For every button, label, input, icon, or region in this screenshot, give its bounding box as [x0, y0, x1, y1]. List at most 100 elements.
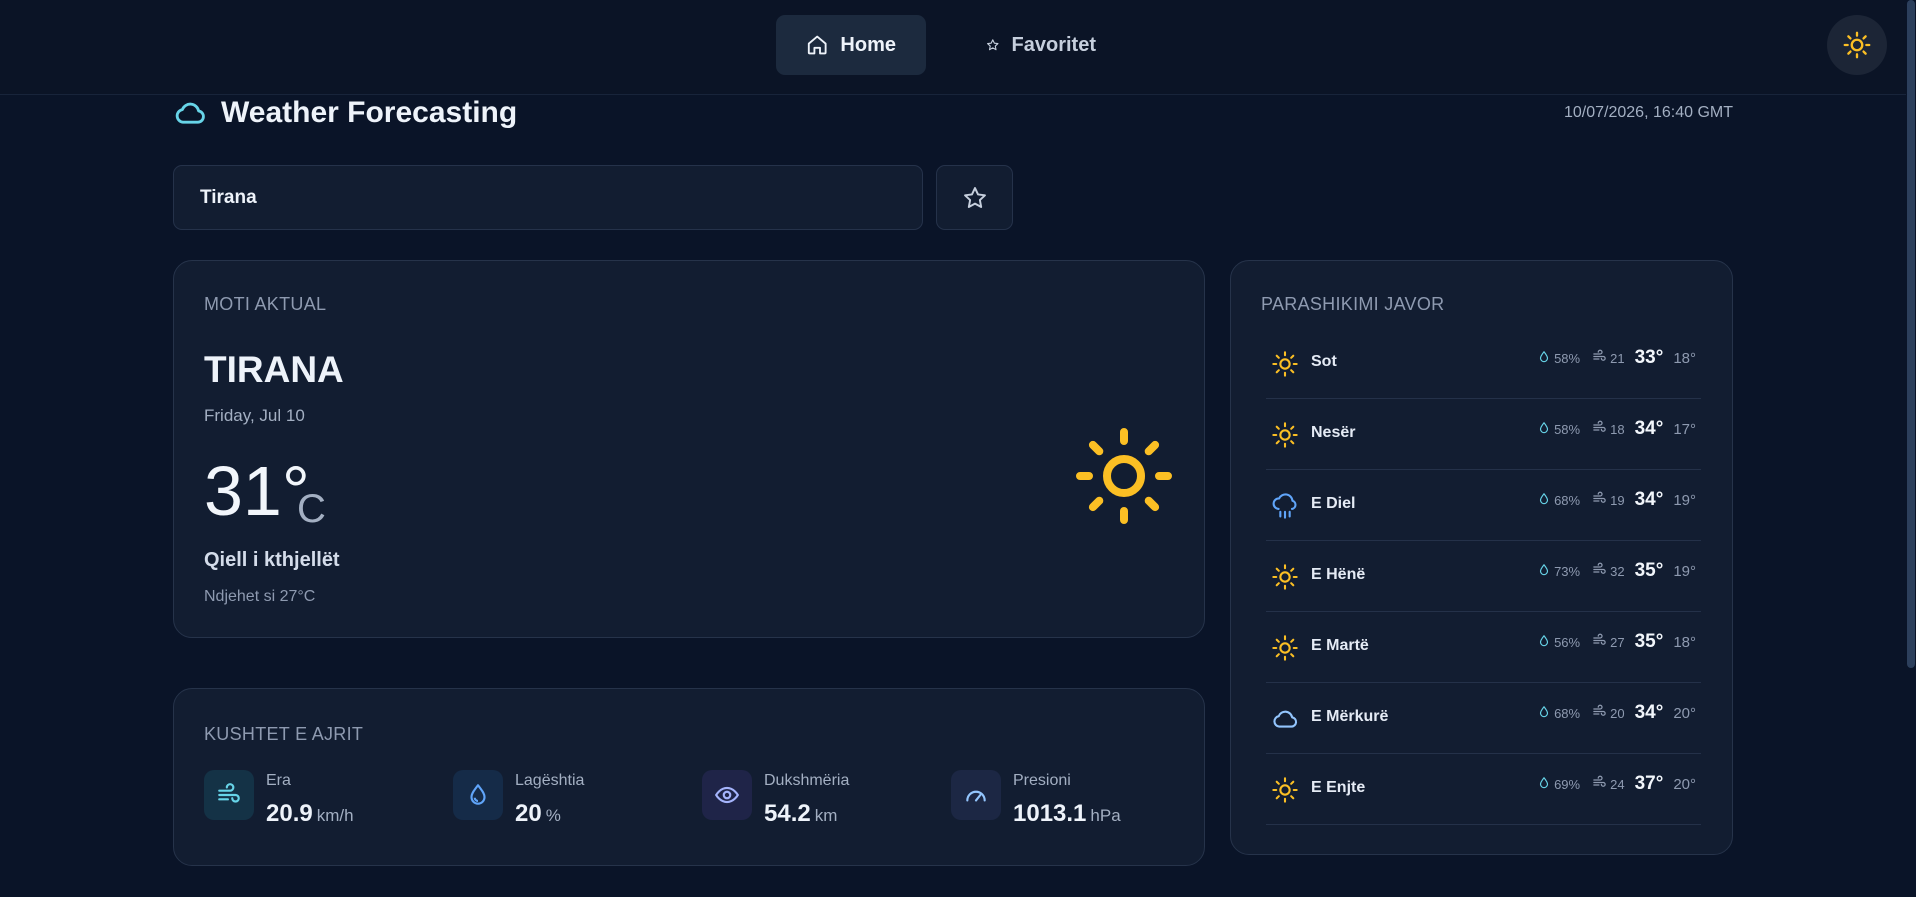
city-name: TIRANA [204, 349, 344, 390]
metric-value: 54.2 km [764, 800, 838, 827]
air-conditions-title: KUSHTET E AJRIT [204, 724, 364, 744]
droplet-icon [1537, 421, 1551, 438]
wind-icon [1592, 633, 1607, 651]
scrollbar[interactable] [1906, 0, 1916, 897]
low-temp: 17° [1673, 420, 1696, 438]
high-temp: 33° [1634, 347, 1664, 368]
droplet-icon [1537, 563, 1551, 580]
day-stats: 69% 24 37° 20° [1525, 773, 1696, 795]
sun-icon [1076, 428, 1172, 524]
wind-speed: 32 [1592, 562, 1625, 580]
day-name: Sot [1311, 353, 1337, 370]
rain-chance: 68% [1537, 492, 1580, 509]
rain-chance: 68% [1537, 705, 1580, 722]
wind-icon [204, 770, 254, 820]
day-name: E Diel [1311, 495, 1356, 512]
wind-icon [1592, 775, 1607, 793]
nav-favorites-button[interactable]: Favoritet [956, 15, 1126, 75]
forecast-day-row[interactable]: E Mërkurë 68% 20 34° 20° [1266, 683, 1701, 754]
current-datetime: 10/07/2026, 16:40 GMT [1564, 104, 1733, 121]
high-temp: 34° [1634, 489, 1664, 510]
sun-icon [1271, 634, 1299, 662]
day-name: E Mërkurë [1311, 708, 1389, 725]
day-name: E Enjte [1311, 779, 1366, 796]
droplet-icon [1537, 350, 1551, 367]
current-date: Friday, Jul 10 [204, 406, 305, 425]
add-favorite-button[interactable] [936, 165, 1013, 230]
day-stats: 58% 21 33° 18° [1525, 347, 1696, 369]
forecast-day-row[interactable]: Sot 58% 21 33° 18° [1266, 328, 1701, 399]
day-stats: 73% 32 35° 19° [1525, 560, 1696, 582]
wind-icon [1592, 349, 1607, 367]
wind-speed: 21 [1592, 349, 1625, 367]
high-temp: 34° [1634, 702, 1664, 723]
weekly-forecast-title: PARASHIKIMI JAVOR [1261, 294, 1445, 314]
temperature-unit: C [297, 487, 326, 531]
nav-home-button[interactable]: Home [776, 15, 926, 75]
rain-chance: 58% [1537, 350, 1580, 367]
metric-label: Presioni [1013, 772, 1071, 789]
wind-icon [1592, 491, 1607, 509]
air-conditions-card: KUSHTET E AJRIT Era 20.9 km/h Lagështia 2… [173, 688, 1205, 866]
metric-label: Dukshmëria [764, 772, 850, 789]
day-name: Nesër [1311, 424, 1356, 441]
rain-chance: 58% [1537, 421, 1580, 438]
city-search-input[interactable] [173, 165, 923, 230]
low-temp: 20° [1673, 704, 1696, 722]
forecast-day-row[interactable]: Nesër 58% 18 34° 17° [1266, 399, 1701, 470]
metric-value: 20.9 km/h [266, 800, 354, 827]
day-stats: 68% 19 34° 19° [1525, 489, 1696, 511]
droplet-icon [1537, 634, 1551, 651]
high-temp: 35° [1634, 631, 1664, 652]
low-temp: 18° [1673, 633, 1696, 651]
scrollbar-thumb[interactable] [1907, 0, 1915, 668]
low-temp: 20° [1673, 775, 1696, 793]
feels-like: Ndjehet si 27°C [204, 588, 316, 605]
wind-icon [1592, 704, 1607, 722]
wind-speed: 18 [1592, 420, 1625, 438]
rain-chance: 56% [1537, 634, 1580, 651]
low-temp: 18° [1673, 349, 1696, 367]
forecast-day-row[interactable]: E Martë 56% 27 35° 18° [1266, 612, 1701, 683]
forecast-day-row[interactable]: E Diel 68% 19 34° 19° [1266, 470, 1701, 541]
app-title-text: Weather Forecasting [221, 96, 518, 129]
weather-condition: Qiell i kthjellët [204, 549, 340, 571]
droplet-icon [1537, 705, 1551, 722]
sun-icon [1271, 776, 1299, 804]
current-weather-title: MOTI AKTUAL [204, 294, 327, 314]
sun-icon [1843, 31, 1871, 59]
metric-value: 20% [515, 800, 561, 827]
cloud-icon [175, 102, 205, 124]
nav-favorites-label: Favoritet [1011, 33, 1096, 56]
gauge-icon [951, 770, 1001, 820]
droplet-icon [1537, 492, 1551, 509]
metric-label: Era [266, 772, 291, 789]
theme-toggle-button[interactable] [1827, 15, 1887, 75]
metric-label: Lagështia [515, 772, 585, 789]
day-stats: 58% 18 34° 17° [1525, 418, 1696, 440]
current-temperature: 31° [204, 452, 310, 530]
sun-icon [1271, 421, 1299, 449]
rain-chance: 69% [1537, 776, 1580, 793]
high-temp: 35° [1634, 560, 1664, 581]
rain-chance: 73% [1537, 563, 1580, 580]
wind-speed: 20 [1592, 704, 1625, 722]
forecast-day-row[interactable]: E Hënë 73% 32 35° 19° [1266, 541, 1701, 612]
high-temp: 37° [1634, 773, 1664, 794]
wind-speed: 27 [1592, 633, 1625, 651]
eye-icon [702, 770, 752, 820]
sun-icon [1271, 350, 1299, 378]
cloud-rain-icon [1271, 492, 1299, 520]
day-name: E Martë [1311, 637, 1369, 654]
high-temp: 34° [1634, 418, 1664, 439]
day-stats: 56% 27 35° 18° [1525, 631, 1696, 653]
forecast-day-row[interactable]: E Enjte 69% 24 37° 20° [1266, 754, 1701, 825]
wind-icon [1592, 420, 1607, 438]
wind-speed: 19 [1592, 491, 1625, 509]
day-stats: 68% 20 34° 20° [1525, 702, 1696, 724]
nav-home-label: Home [840, 33, 896, 56]
low-temp: 19° [1673, 562, 1696, 580]
wind-icon [1592, 562, 1607, 580]
wind-speed: 24 [1592, 775, 1625, 793]
top-nav: Home Favoritet [0, 0, 1906, 95]
